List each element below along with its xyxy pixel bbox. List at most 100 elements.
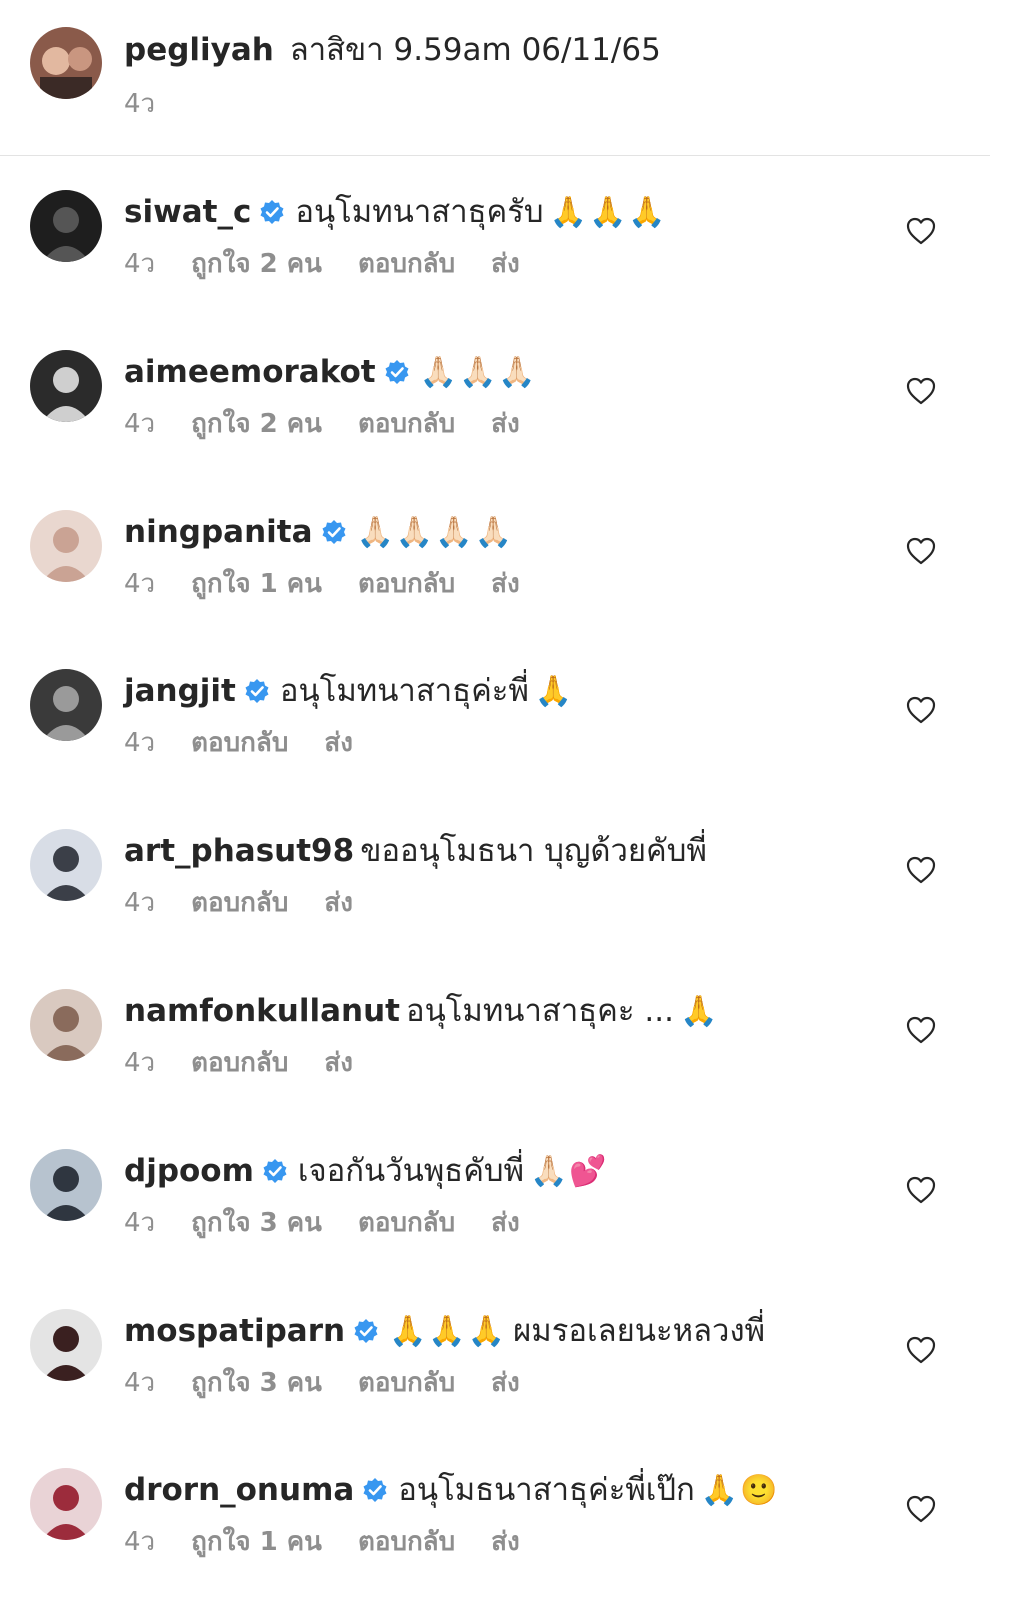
send-button[interactable]: ส่ง xyxy=(491,1368,520,1398)
heart-outline-icon[interactable] xyxy=(906,217,936,245)
comment-username[interactable]: ningpanita xyxy=(124,514,313,550)
avatar[interactable] xyxy=(30,669,102,742)
comment-meta: 4ว ถูกใจ 1 คน ตอบกลับ ส่ง xyxy=(124,568,556,600)
comment-text: อนุโมธนาสาธุค่ะพี่เป๊ก xyxy=(398,1472,695,1509)
heart-outline-icon[interactable] xyxy=(906,1176,936,1204)
likes-count[interactable]: ถูกใจ 1 คน xyxy=(191,569,322,599)
comment-age: 4ว xyxy=(124,1207,156,1238)
reply-button[interactable]: ตอบกลับ xyxy=(358,1527,455,1557)
reply-button[interactable]: ตอบกลับ xyxy=(358,569,455,599)
comment-age: 4ว xyxy=(124,888,156,919)
avatar[interactable] xyxy=(30,1308,102,1381)
comment-username[interactable]: mospatiparn xyxy=(124,1313,345,1349)
comment-meta: 4ว ถูกใจ 2 คน ตอบกลับ ส่ง xyxy=(124,248,556,280)
comment-line: mospatiparn 🙏🙏🙏 ผมรอเลยนะหลวงพี่ xyxy=(124,1311,765,1352)
comment-username[interactable]: namfonkullanut xyxy=(124,993,400,1029)
avatar[interactable] xyxy=(30,829,102,902)
comment-row: djpoom เจอกันวันพุธคับพี่ 🙏🏻💕 4ว ถูกใจ 3 คน ต… xyxy=(0,1148,1018,1279)
comment-meta: 4ว ตอบกลับ ส่ง xyxy=(124,887,389,919)
comment-age: 4ว xyxy=(124,249,156,279)
avatar[interactable] xyxy=(30,1468,102,1541)
comment-meta: 4ว ตอบกลับ ส่ง xyxy=(124,727,389,759)
comment-row: ningpanita 🙏🏻🙏🏻🙏🏻🙏🏻 4ว ถูกใจ 1 คน ตอบกลับ ส่ง xyxy=(0,509,1018,640)
comment-text: อนุโมทนาสาธุคะ ... xyxy=(405,993,674,1029)
comment-emoji: 🙏 xyxy=(679,994,720,1029)
verified-badge-icon xyxy=(384,355,410,384)
comment-meta: 4ว ถูกใจ 3 คน ตอบกลับ ส่ง xyxy=(124,1207,556,1239)
heart-outline-icon[interactable] xyxy=(906,537,936,565)
comment-line: jangjit อนุโมทนาสาธุค่ะพี่ 🙏 xyxy=(124,671,574,712)
heart-outline-icon[interactable] xyxy=(906,377,936,405)
likes-count[interactable]: ถูกใจ 3 คน xyxy=(191,1208,322,1238)
heart-outline-icon[interactable] xyxy=(906,1016,936,1044)
comment-age: 4ว xyxy=(124,568,156,599)
verified-badge-icon xyxy=(321,515,347,544)
heart-outline-icon[interactable] xyxy=(906,1495,936,1523)
comment-row: art_phasut98 ขออนุโมธนา บุญด้วยคับพี่ 4ว ตอ… xyxy=(0,829,1018,959)
send-button[interactable]: ส่ง xyxy=(491,1527,520,1557)
comment-line: djpoom เจอกันวันพุธคับพี่ 🙏🏻💕 xyxy=(124,1151,609,1192)
comment-line: siwat_c อนุโมทนาสาธุครับ 🙏🙏🙏 xyxy=(124,192,668,233)
verified-badge-icon xyxy=(353,1314,379,1343)
comment-username[interactable]: jangjit xyxy=(124,673,236,709)
comment-text: เจอกันวันพุธคับพี่ xyxy=(297,1152,525,1189)
comment-username[interactable]: djpoom xyxy=(124,1153,254,1189)
avatar[interactable] xyxy=(30,1148,102,1221)
heart-outline-icon[interactable] xyxy=(906,1336,936,1364)
avatar[interactable] xyxy=(30,27,102,99)
send-button[interactable]: ส่ง xyxy=(491,409,520,439)
caption-username[interactable]: pegliyah xyxy=(124,32,274,68)
avatar[interactable] xyxy=(30,349,102,422)
comment-text: ขออนุโมธนา บุญด้วยคับพี่ xyxy=(360,833,707,870)
comment-emoji: 🙏🏻🙏🏻🙏🏻 xyxy=(419,354,538,390)
comment-text: ผมรอเลยนะหลวงพี่ xyxy=(513,1312,766,1349)
comment-emoji: 🙏🙂 xyxy=(700,1473,780,1509)
avatar[interactable] xyxy=(30,509,102,582)
comment-username[interactable]: art_phasut98 xyxy=(124,833,354,869)
comment-emoji: 🙏🙏🙏 xyxy=(389,1313,508,1349)
verified-badge-icon xyxy=(362,1473,388,1503)
comment-emoji: 🙏🙏🙏 xyxy=(549,195,668,230)
send-button[interactable]: ส่ง xyxy=(491,569,520,599)
reply-button[interactable]: ตอบกลับ xyxy=(358,1368,455,1398)
reply-button[interactable]: ตอบกลับ xyxy=(191,888,288,918)
likes-count[interactable]: ถูกใจ 1 คน xyxy=(191,1527,322,1557)
comment-line: namfonkullanut อนุโมทนาสาธุคะ ... 🙏 xyxy=(124,991,719,1032)
likes-count[interactable]: ถูกใจ 3 คน xyxy=(191,1368,322,1398)
heart-outline-icon[interactable] xyxy=(906,696,936,724)
likes-count[interactable]: ถูกใจ 2 คน xyxy=(191,249,322,279)
comment-row: drorn_onuma อนุโมธนาสาธุค่ะพี่เป๊ก 🙏🙂 4ว ถูก… xyxy=(0,1468,1018,1598)
send-button[interactable]: ส่ง xyxy=(324,728,353,758)
send-button[interactable]: ส่ง xyxy=(324,1048,353,1078)
reply-button[interactable]: ตอบกลับ xyxy=(191,728,288,758)
caption-line: pegliyah ลาสิขา 9.59am 06/11/65 xyxy=(124,30,661,70)
comment-age: 4ว xyxy=(124,728,156,759)
avatar[interactable] xyxy=(30,989,102,1061)
reply-button[interactable]: ตอบกลับ xyxy=(358,409,455,439)
comment-age: 4ว xyxy=(124,1527,156,1558)
heart-outline-icon[interactable] xyxy=(906,856,936,884)
caption-age: 4ว xyxy=(124,89,156,119)
comment-line: drorn_onuma อนุโมธนาสาธุค่ะพี่เป๊ก 🙏🙂 xyxy=(124,1470,780,1511)
comment-age: 4ว xyxy=(124,1367,156,1398)
comment-username[interactable]: drorn_onuma xyxy=(124,1472,354,1508)
comment-username[interactable]: aimeemorakot xyxy=(124,354,376,390)
reply-button[interactable]: ตอบกลับ xyxy=(358,249,455,279)
send-button[interactable]: ส่ง xyxy=(491,249,520,279)
comment-meta: 4ว ถูกใจ 2 คน ตอบกลับ ส่ง xyxy=(124,408,556,440)
caption-meta: 4ว xyxy=(124,88,191,120)
send-button[interactable]: ส่ง xyxy=(324,888,353,918)
comment-username[interactable]: siwat_c xyxy=(124,194,251,230)
reply-button[interactable]: ตอบกลับ xyxy=(358,1208,455,1238)
likes-count[interactable]: ถูกใจ 2 คน xyxy=(191,409,322,439)
reply-button[interactable]: ตอบกลับ xyxy=(191,1048,288,1078)
comment-line: aimeemorakot 🙏🏻🙏🏻🙏🏻 xyxy=(124,352,538,393)
verified-badge-icon xyxy=(262,1154,288,1183)
comment-emoji: 🙏 xyxy=(534,674,575,710)
caption-text: ลาสิขา 9.59am 06/11/65 xyxy=(289,32,661,68)
comment-text: อนุโมทนาสาธุค่ะพี่ xyxy=(279,673,529,710)
comment-line: ningpanita 🙏🏻🙏🏻🙏🏻🙏🏻 xyxy=(124,512,514,553)
send-button[interactable]: ส่ง xyxy=(491,1208,520,1238)
avatar[interactable] xyxy=(30,190,102,262)
comment-meta: 4ว ตอบกลับ ส่ง xyxy=(124,1047,389,1079)
